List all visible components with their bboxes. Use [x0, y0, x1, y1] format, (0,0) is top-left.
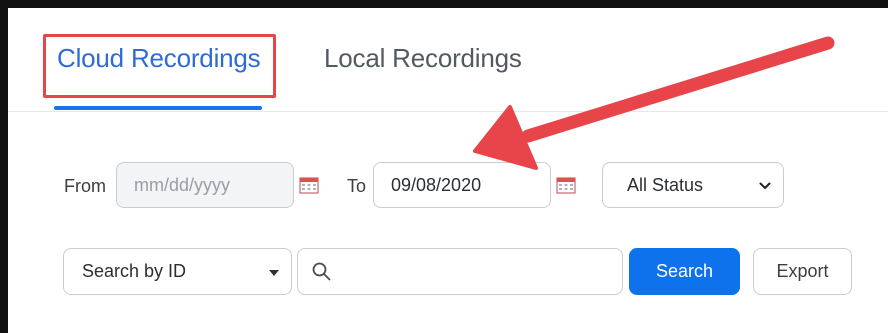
recordings-panel: Cloud Recordings Local Recordings From m…: [0, 0, 888, 333]
to-label: To: [347, 176, 367, 196]
caret-down-icon: [269, 270, 279, 276]
search-type-select[interactable]: Search by ID: [63, 248, 292, 295]
active-tab-indicator: [54, 106, 262, 110]
to-date-value: 09/08/2020: [391, 174, 482, 195]
status-select-value: All Status: [627, 174, 704, 195]
chevron-down-icon: [759, 182, 771, 189]
from-date-input[interactable]: mm/dd/yyyy: [116, 162, 294, 208]
annotation-highlight-box: [43, 34, 276, 98]
search-button[interactable]: Search: [629, 248, 740, 295]
tab-local-recordings[interactable]: Local Recordings: [324, 43, 522, 74]
from-label: From: [64, 176, 106, 196]
calendar-icon[interactable]: [299, 176, 319, 194]
calendar-icon[interactable]: [556, 176, 576, 194]
search-input[interactable]: [297, 248, 623, 295]
search-type-value: Search by ID: [82, 261, 187, 281]
from-date-placeholder: mm/dd/yyyy: [134, 174, 231, 195]
search-icon: [312, 262, 331, 281]
to-date-input[interactable]: 09/08/2020: [373, 162, 551, 208]
status-select[interactable]: All Status: [602, 162, 784, 208]
export-button[interactable]: Export: [753, 248, 852, 295]
